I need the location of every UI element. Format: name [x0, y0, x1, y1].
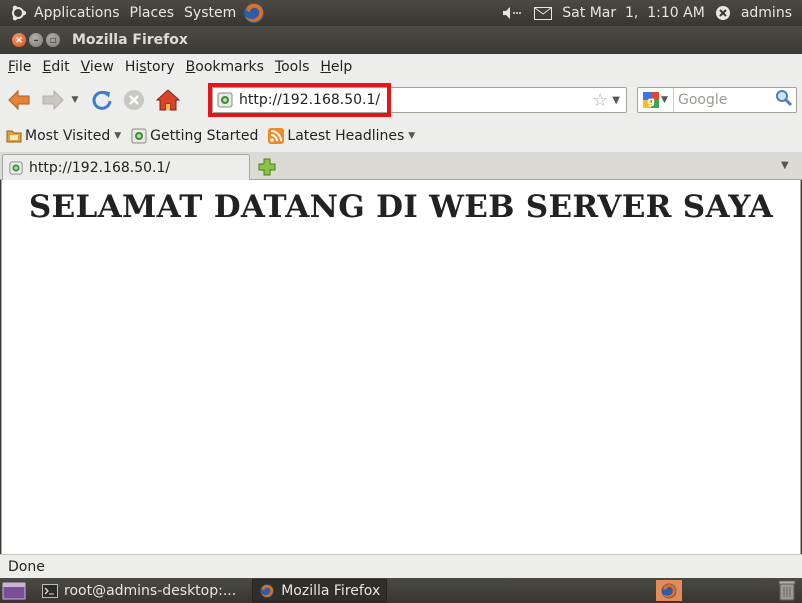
menu-view[interactable]: View — [81, 59, 114, 75]
back-button[interactable] — [6, 86, 32, 114]
status-bar: Done — [0, 554, 802, 578]
stop-button[interactable] — [120, 86, 148, 114]
menu-help[interactable]: Help — [320, 59, 352, 75]
search-engine-selector[interactable]: g ▼ — [638, 88, 674, 112]
tab-active[interactable]: http://192.168.50.1/ — [2, 154, 250, 181]
window-title: Mozilla Firefox — [72, 32, 188, 48]
window-minimize-button[interactable]: – — [29, 33, 43, 47]
search-placeholder[interactable]: Google — [678, 92, 775, 108]
window-titlebar[interactable]: × – ▫ Mozilla Firefox — [0, 26, 802, 54]
menu-edit[interactable]: Edit — [42, 59, 69, 75]
stop-icon — [124, 90, 144, 110]
top-panel: Applications Places System Sat Mar 1, 1:… — [0, 0, 802, 26]
menu-file[interactable]: File — [8, 59, 31, 75]
bottom-panel: root@admins-desktop:... Mozilla Firefox — [0, 578, 802, 603]
url-history-dropdown[interactable]: ▼ — [612, 95, 620, 106]
session-user-icon[interactable] — [715, 5, 731, 21]
menubar: File Edit View History Bookmarks Tools H… — [0, 54, 802, 80]
mail-icon[interactable] — [534, 6, 553, 20]
show-desktop-icon[interactable] — [2, 581, 26, 601]
trash-icon[interactable] — [776, 579, 798, 601]
tab-label: http://192.168.50.1/ — [29, 160, 171, 176]
search-bar[interactable]: g ▼ Google — [637, 87, 797, 113]
menu-history[interactable]: History — [125, 59, 175, 75]
taskbar-item-firefox[interactable]: Mozilla Firefox — [252, 579, 388, 602]
clock[interactable]: Sat Mar 1, 1:10 AM — [562, 5, 705, 21]
terminal-icon — [42, 583, 58, 599]
forward-arrow-icon — [42, 89, 64, 111]
page-heading: SELAMAT DATANG DI WEB SERVER SAYA — [28, 189, 774, 225]
bookmark-getting-started[interactable]: Getting Started — [131, 128, 258, 144]
back-arrow-icon — [8, 89, 30, 111]
history-dropdown-button[interactable]: ▼ — [68, 86, 82, 114]
tab-strip: http://192.168.50.1/ ▼ — [0, 152, 802, 181]
new-tab-plus-icon[interactable] — [257, 157, 277, 177]
page-content: SELAMAT DATANG DI WEB SERVER SAYA — [1, 180, 801, 554]
page-icon — [131, 128, 147, 144]
search-magnifier-icon[interactable] — [775, 89, 793, 111]
google-icon: g — [643, 92, 660, 108]
menu-tools[interactable]: Tools — [275, 59, 310, 75]
menu-places[interactable]: Places — [130, 5, 175, 21]
session-user-name[interactable]: admins — [741, 5, 792, 21]
reload-icon — [92, 90, 112, 110]
navigation-toolbar: ▼ http://192.168.50.1/ ☆ ▼ g ▼ Google — [0, 80, 802, 120]
window-close-button[interactable]: × — [12, 33, 26, 47]
home-button[interactable] — [154, 86, 182, 114]
svg-text:g: g — [647, 95, 655, 108]
menu-system[interactable]: System — [184, 5, 236, 21]
taskbar-item-terminal[interactable]: root@admins-desktop:... — [36, 579, 242, 602]
firefox-launcher-icon[interactable] — [242, 1, 266, 25]
forward-button[interactable] — [38, 86, 68, 114]
volume-icon[interactable] — [502, 6, 524, 20]
status-text: Done — [8, 558, 45, 575]
bookmark-most-visited[interactable]: Most Visited ▼ — [6, 128, 121, 144]
ubuntu-logo-icon[interactable] — [8, 3, 28, 23]
reload-button[interactable] — [88, 86, 116, 114]
window-maximize-button[interactable]: ▫ — [46, 33, 60, 47]
bookmark-latest-headlines[interactable]: Latest Headlines ▼ — [268, 128, 415, 144]
home-icon — [156, 89, 180, 111]
rss-feed-icon — [268, 128, 285, 144]
tab-favicon-icon — [9, 161, 23, 175]
url-highlight-box — [208, 83, 391, 117]
engine-dropdown-icon: ▼ — [661, 95, 668, 105]
bookmark-star-icon[interactable]: ☆ — [592, 90, 608, 111]
firefox-icon — [259, 583, 275, 599]
chevron-down-icon: ▼ — [408, 131, 416, 141]
chevron-down-icon: ▼ — [114, 131, 122, 141]
folder-icon — [6, 128, 22, 144]
workspace-firefox-icon[interactable] — [656, 580, 682, 601]
menu-bookmarks[interactable]: Bookmarks — [186, 59, 264, 75]
menu-applications[interactable]: Applications — [34, 5, 120, 21]
tab-list-chevron-down-icon[interactable]: ▼ — [781, 160, 789, 171]
bookmarks-toolbar: Most Visited ▼ Getting Started Latest He… — [0, 120, 802, 152]
